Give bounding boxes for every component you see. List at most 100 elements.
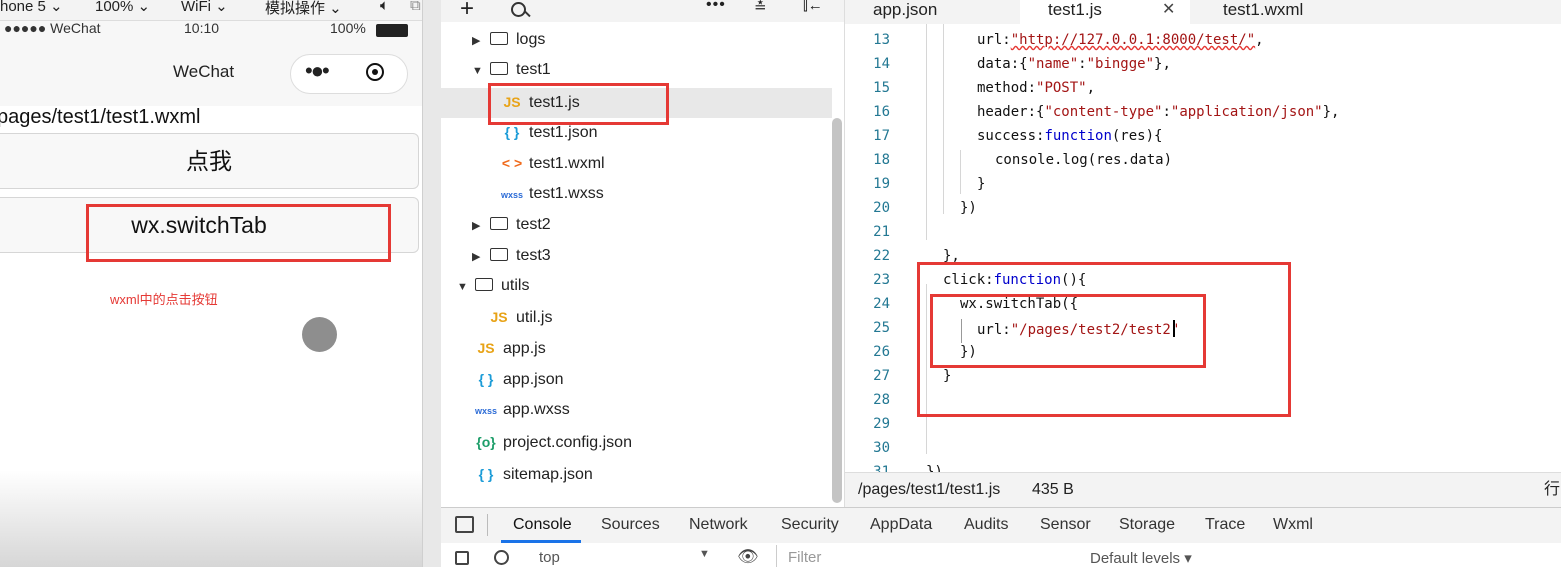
folder-icon [490,248,508,261]
tree-file-test1-json[interactable]: { } test1.json [501,117,598,147]
tab-network[interactable]: Network [689,508,748,543]
collapse-arrow-icon[interactable]: ▼ [457,272,471,302]
tab-appdata[interactable]: AppData [870,508,932,543]
mute-icon[interactable]: 🔈︎ [380,0,389,14]
tree-file-test1-wxml[interactable]: < > test1.wxml [501,148,605,178]
tree-file-app-json[interactable]: { } app.json [475,364,564,394]
tab-test1-wxml[interactable]: test1.wxml [1195,0,1370,24]
clear-console-icon[interactable] [494,550,509,565]
tab-app-json[interactable]: app.json [845,0,1020,24]
tab-audits[interactable]: Audits [964,508,1008,543]
close-tab-icon[interactable]: ✕ [1162,0,1175,20]
cursor-position-label: 行 [1544,481,1561,498]
operation-select[interactable]: 模拟操作 ⌄ [265,0,342,18]
editor-status-bar: /pages/test1/test1.js 435 B 行 [845,472,1561,508]
tab-test1-js[interactable]: test1.js ✕ [1020,0,1190,24]
devtools-tab-bar: Console Sources Network Security AppData… [441,507,1561,544]
js-file-icon: JS [477,340,495,356]
tree-folder-logs[interactable]: ▶ logs [472,25,545,55]
tab-security[interactable]: Security [781,508,839,543]
highlight-box-switchtab [930,294,1206,368]
scroll-fade [0,470,422,567]
line-number: 27 [873,368,890,384]
expand-arrow-icon[interactable]: ▶ [472,26,486,56]
console-toolbar: top ▼ 👁︎ Filter Default levels ▾ [441,543,1561,567]
tree-folder-test1[interactable]: ▼ test1 [472,55,551,85]
tree-label: test3 [516,247,551,264]
tree-label: app.wxss [503,401,570,418]
collapse-all-icon[interactable]: ≛ [754,0,767,16]
tab-wxml[interactable]: Wxml [1273,508,1313,543]
split-icon[interactable]: ⫿← [803,0,823,14]
wxml-file-icon: < > [501,155,523,171]
inspect-element-icon[interactable] [455,516,474,533]
code-editor[interactable]: 13 14 15 16 17 18 19 20 21 22 23 24 25 2… [845,24,1561,472]
tree-label: test1 [516,61,551,78]
carrier-label: ●●●●● WeChat [4,20,101,36]
tab-console[interactable]: Console [513,508,572,543]
tree-label: project.config.json [503,434,632,451]
phone-status-bar: ●●●●● WeChat 10:10 100% [0,20,422,40]
tab-storage[interactable]: Storage [1119,508,1175,543]
line-number: 22 [873,248,890,264]
tree-file-test1-wxss[interactable]: wxss test1.wxss [501,179,604,209]
collapse-arrow-icon[interactable]: ▼ [472,56,486,86]
tree-folder-utils[interactable]: ▼ utils [457,271,529,301]
file-path-label: /pages/test1/test1.js [858,481,1001,498]
line-number: 19 [873,176,890,192]
expand-arrow-icon[interactable]: ▶ [472,211,486,241]
more-icon[interactable]: ••• [706,0,726,14]
tree-folder-test2[interactable]: ▶ test2 [472,210,551,240]
device-select[interactable]: hone 5 ⌄ [0,0,63,15]
log-levels-select[interactable]: Default levels ▾ [1090,549,1192,567]
line-number: 28 [873,392,890,408]
tree-file-sitemap-json[interactable]: { } sitemap.json [475,459,593,489]
file-explorer: ▶ logs ▼ test1 JS test1.js { } test1.json < … [441,0,845,507]
folder-open-icon [490,62,508,75]
code-line-17: success:function(res){ [977,128,1163,144]
tree-file-project-config[interactable]: {o} project.config.json [475,427,632,457]
filter-input[interactable]: Filter [788,549,821,566]
wxss-file-icon: wxss [501,190,524,200]
line-number: 15 [873,80,890,96]
clock-label: 10:10 [184,20,220,36]
context-select[interactable]: top [539,549,560,566]
simulator-toolbar: hone 5 ⌄ 100% ⌄ WiFi ⌄ 模拟操作 ⌄ 🔈︎ ⧉ [0,0,440,21]
tree-label: app.json [503,371,564,388]
battery-icon [376,24,408,37]
eye-icon[interactable]: 👁︎ [737,547,759,567]
tree-file-util-js[interactable]: JS util.js [488,302,552,332]
search-icon[interactable] [511,2,526,17]
more-icon[interactable]: •●• [305,58,330,84]
window-icon[interactable]: ⧉ [410,0,421,14]
panel-divider[interactable] [422,0,441,567]
expand-arrow-icon[interactable]: ▶ [472,242,486,272]
line-number: 25 [873,320,890,336]
tree-label: test1.json [529,124,598,141]
line-number: 17 [873,128,890,144]
click-me-button[interactable]: 点我 [0,133,419,189]
tab-trace[interactable]: Trace [1205,508,1245,543]
line-number: 18 [873,152,890,168]
tree-file-app-wxss[interactable]: wxss app.wxss [475,395,570,425]
line-number: 16 [873,104,890,120]
tab-sources[interactable]: Sources [601,508,660,543]
line-number: 24 [873,296,890,312]
line-number: 20 [873,200,890,216]
network-select[interactable]: WiFi ⌄ [181,0,228,15]
wxss-file-icon: wxss [475,406,498,416]
tree-label: logs [516,31,546,48]
sidebar-toggle-icon[interactable] [455,551,469,565]
explorer-scrollbar[interactable] [832,118,842,503]
line-number: 31 [873,464,890,472]
chevron-down-icon[interactable]: ▼ [699,548,710,560]
close-miniprogram-icon[interactable] [366,63,384,81]
tree-folder-test3[interactable]: ▶ test3 [472,241,551,271]
zoom-select[interactable]: 100% ⌄ [95,0,150,15]
tree-file-app-js[interactable]: JS app.js [475,333,545,363]
tab-sensor[interactable]: Sensor [1040,508,1091,543]
code-line-15: method:"POST", [977,80,1096,96]
tree-label: test2 [516,216,551,233]
add-icon[interactable]: + [460,0,474,23]
tree-label: utils [501,277,530,294]
